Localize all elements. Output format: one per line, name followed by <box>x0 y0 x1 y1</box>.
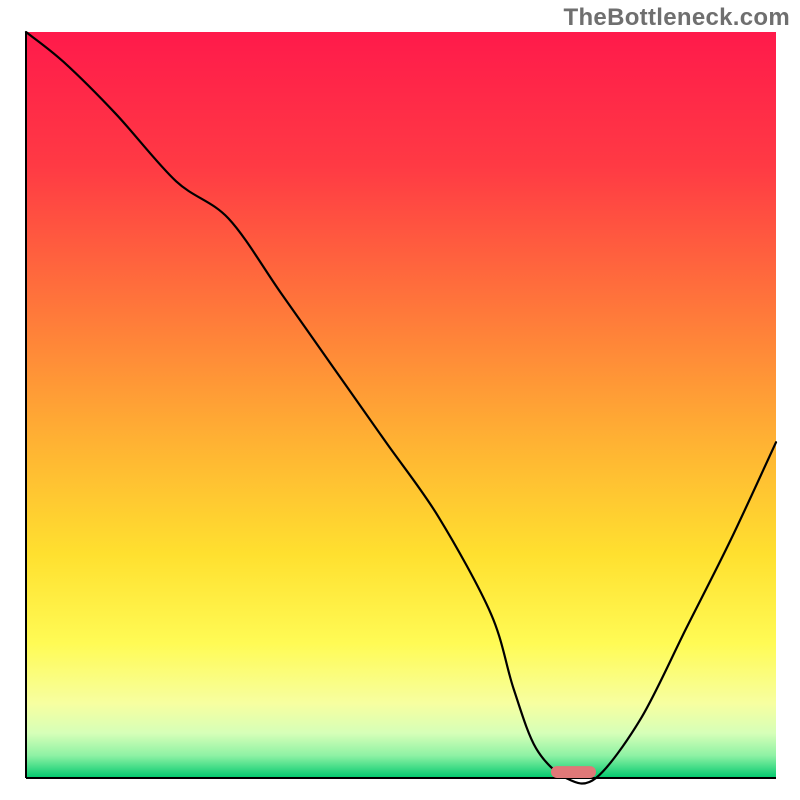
chart-stage: TheBottleneck.com <box>0 0 800 800</box>
chart-optimal-marker <box>551 766 596 778</box>
bottleneck-curve-chart <box>0 0 800 800</box>
chart-background-gradient <box>26 32 776 778</box>
